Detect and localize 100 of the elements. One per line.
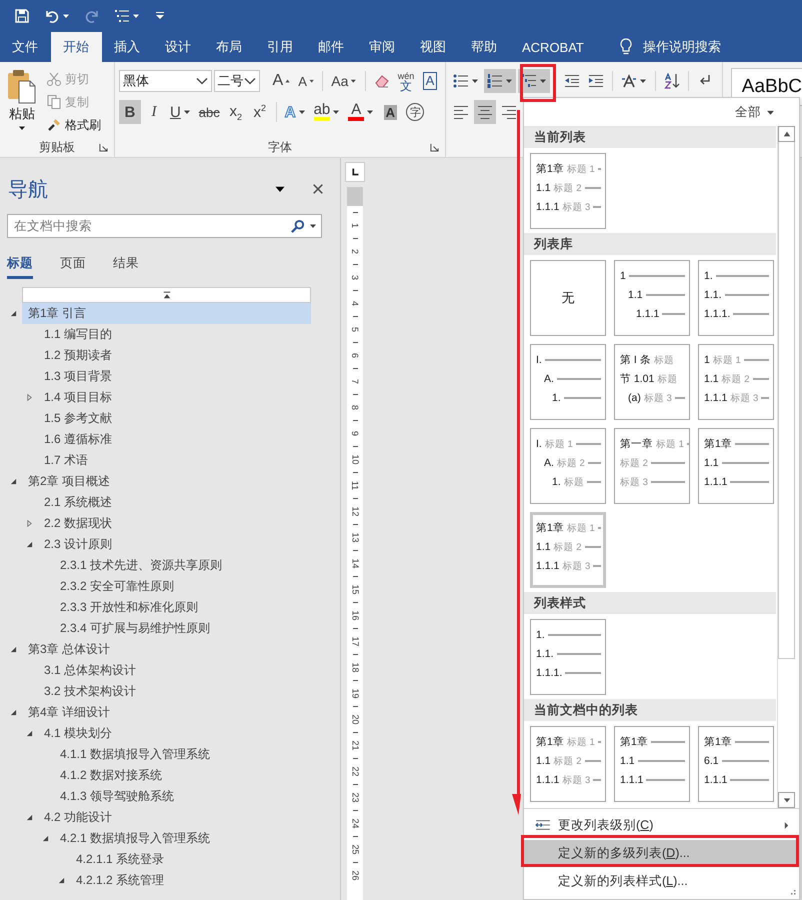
ribbon-tab[interactable]: 审阅 <box>357 32 408 62</box>
caret-icon[interactable] <box>309 222 317 230</box>
heading-item[interactable]: 1.1 编写目的 <box>38 324 311 345</box>
heading-item[interactable]: 2.3.2 安全可靠性原则 <box>54 576 311 597</box>
highlight-button[interactable]: ab <box>310 100 344 124</box>
heading-item[interactable]: 2.1 系统概述 <box>38 492 311 513</box>
heading-item[interactable]: 4.2.1.1 系统登录 <box>70 849 311 870</box>
dialog-launcher-icon[interactable] <box>98 142 108 152</box>
ribbon-tab[interactable]: 帮助 <box>459 32 510 62</box>
list-style-preview[interactable]: 1. 1.1. 1.1.1. <box>698 260 774 336</box>
heading-item[interactable]: 2.3 设计原则 <box>38 534 311 555</box>
search-bar[interactable]: 在文档中搜索 <box>7 214 322 238</box>
paste-button[interactable]: 粘贴 <box>4 66 40 137</box>
heading-item[interactable]: 2.3.3 开放性和标准化原则 <box>54 597 311 618</box>
heading-item[interactable]: 第3章 总体设计 <box>22 639 311 660</box>
heading-item[interactable]: 第4章 详细设计 <box>22 702 311 723</box>
list-style-preview[interactable]: 1 标题 1 1.1 标题 2 1.1.1 标题 3 <box>698 344 774 420</box>
heading-item[interactable]: 1.6 遵循标准 <box>38 429 311 450</box>
font-size-field[interactable]: 二号 <box>214 70 260 92</box>
superscript-button[interactable]: x$^{2}$ <box>248 100 271 124</box>
list-style-preview[interactable]: 第 I 条 标题 节 1.01 标题 (a) 标题 3 <box>614 344 690 420</box>
multilevel-list-button[interactable] <box>518 69 550 93</box>
ribbon-tab[interactable]: 文件 <box>0 32 51 62</box>
heading-item[interactable]: 3.1 总体架构设计 <box>38 660 311 681</box>
expander-icon[interactable] <box>58 877 64 884</box>
font-name-field[interactable]: 黑体 <box>118 70 212 92</box>
underline-button[interactable]: U <box>166 100 194 124</box>
ribbon-tab[interactable]: 布局 <box>204 32 255 62</box>
resize-grip-icon[interactable] <box>788 888 796 896</box>
pane-tab[interactable]: 结果 <box>113 255 139 279</box>
menu-item[interactable]: 更改列表级别(C) <box>524 812 799 838</box>
tab-selector[interactable] <box>345 162 365 182</box>
expander-icon[interactable] <box>26 730 32 737</box>
pane-tab[interactable]: 标题 <box>7 255 33 279</box>
list-style-preview[interactable]: 1. 1.1. 1.1.1. <box>530 619 606 695</box>
scroll-down-button[interactable] <box>778 792 795 808</box>
menu-item[interactable]: 定义新的列表样式(L)... <box>524 868 799 894</box>
heading-item[interactable]: 4.2.1 数据填报导入管理系统 <box>54 828 311 849</box>
search-input[interactable]: 在文档中搜索 <box>12 218 286 234</box>
change-case-button[interactable]: Aa <box>328 69 360 93</box>
list-style-preview[interactable]: 第1章 1.1 1.1.1 <box>614 726 690 802</box>
heading-item[interactable]: 1.4 项目目标 <box>38 387 311 408</box>
list-style-preview[interactable]: 第1章 1.1 1.1.1 <box>698 428 774 504</box>
expander-icon[interactable] <box>10 709 16 716</box>
heading-item[interactable]: 2.3.1 技术先进、资源共享原则 <box>54 555 311 576</box>
scroll-up-button[interactable] <box>778 126 795 142</box>
shrink-font-button[interactable]: A <box>295 69 318 93</box>
list-style-preview[interactable]: 第1章 标题 1 1.1 标题 2 1.1.1 标题 3 <box>530 512 606 588</box>
heading-item[interactable]: 4.1 模块划分 <box>38 723 311 744</box>
scrollbar-thumb[interactable] <box>778 142 795 659</box>
heading-item[interactable]: 4.1.1 数据填报导入管理系统 <box>54 744 311 765</box>
heading-item[interactable]: 4.2.1.2 系统管理 <box>70 870 311 891</box>
heading-item[interactable]: 第2章 项目概述 <box>22 471 311 492</box>
subscript-button[interactable]: x$_{2}$ <box>224 100 247 124</box>
font-color-button[interactable]: A <box>345 100 378 124</box>
expander-icon[interactable] <box>26 541 32 548</box>
center-button[interactable] <box>474 100 496 124</box>
strikethrough-button[interactable]: abc <box>196 100 223 124</box>
pane-tab[interactable]: 页面 <box>60 255 86 279</box>
heading-item[interactable]: 1.2 预期读者 <box>38 345 311 366</box>
expander-icon[interactable] <box>10 310 16 317</box>
tell-me-search[interactable]: 操作说明搜索 <box>614 32 725 62</box>
heading-item[interactable]: 2.2 数据现状 <box>38 513 311 534</box>
expander-icon[interactable] <box>42 835 48 842</box>
list-style-preview[interactable]: 第1章 标题 1 1.1 标题 2 1.1.1 标题 3 <box>530 153 606 229</box>
ribbon-tab[interactable]: 视图 <box>408 32 459 62</box>
numbering-button[interactable] <box>484 69 516 93</box>
grow-font-button[interactable]: A <box>270 69 294 93</box>
heading-item[interactable]: 2.3.4 可扩展与易维护性原则 <box>54 618 311 639</box>
ribbon-tab[interactable]: 引用 <box>255 32 306 62</box>
list-style-preview[interactable]: I. 标题 1 A. 标题 2 1. 标题 <box>530 428 606 504</box>
heading-item[interactable]: 1.3 项目背景 <box>38 366 311 387</box>
heading-item[interactable]: 1.5 参考文献 <box>38 408 311 429</box>
character-shading-button[interactable]: A <box>379 100 402 124</box>
bold-button[interactable]: B <box>118 100 141 124</box>
ribbon-tab[interactable]: 邮件 <box>306 32 357 62</box>
italic-button[interactable]: I <box>142 100 165 124</box>
heading-item[interactable]: 4.2 功能设计 <box>38 807 311 828</box>
expander-icon[interactable] <box>26 520 32 527</box>
close-button[interactable] <box>310 181 326 197</box>
list-style-preview[interactable]: 第1章 标题 1 1.1 标题 2 1.1.1 标题 3 <box>530 726 606 802</box>
format-painter-button[interactable]: 格式刷 <box>44 114 103 136</box>
heading-item[interactable]: 1.7 术语 <box>38 450 311 471</box>
dialog-launcher-icon[interactable] <box>430 142 439 152</box>
heading-item[interactable]: 第1章 引言 <box>22 303 311 324</box>
phonetic-guide-button[interactable]: wén 文 <box>394 69 417 93</box>
ribbon-tab[interactable]: 设计 <box>153 32 204 62</box>
ribbon-tab[interactable]: ACROBAT <box>510 32 597 62</box>
ribbon-tab[interactable]: 开始 <box>51 32 102 62</box>
heading-item[interactable]: 3.2 技术架构设计 <box>38 681 311 702</box>
list-style-preview[interactable]: 1 1.1 1.1.1 <box>614 260 690 336</box>
menu-item[interactable]: 定义新的多级列表(D)... <box>524 840 799 866</box>
expander-icon[interactable] <box>10 478 16 485</box>
expander-icon[interactable] <box>26 814 32 821</box>
list-style-preview[interactable]: 无 <box>530 260 606 336</box>
list-style-preview[interactable]: 第1章 6.1 1.1.1 <box>698 726 774 802</box>
search-icon[interactable] <box>290 218 305 234</box>
expander-icon[interactable] <box>10 646 16 653</box>
list-style-preview[interactable]: I. A. 1. <box>530 344 606 420</box>
heading-item[interactable]: 4.1.3 领导驾驶舱系统 <box>54 786 311 807</box>
